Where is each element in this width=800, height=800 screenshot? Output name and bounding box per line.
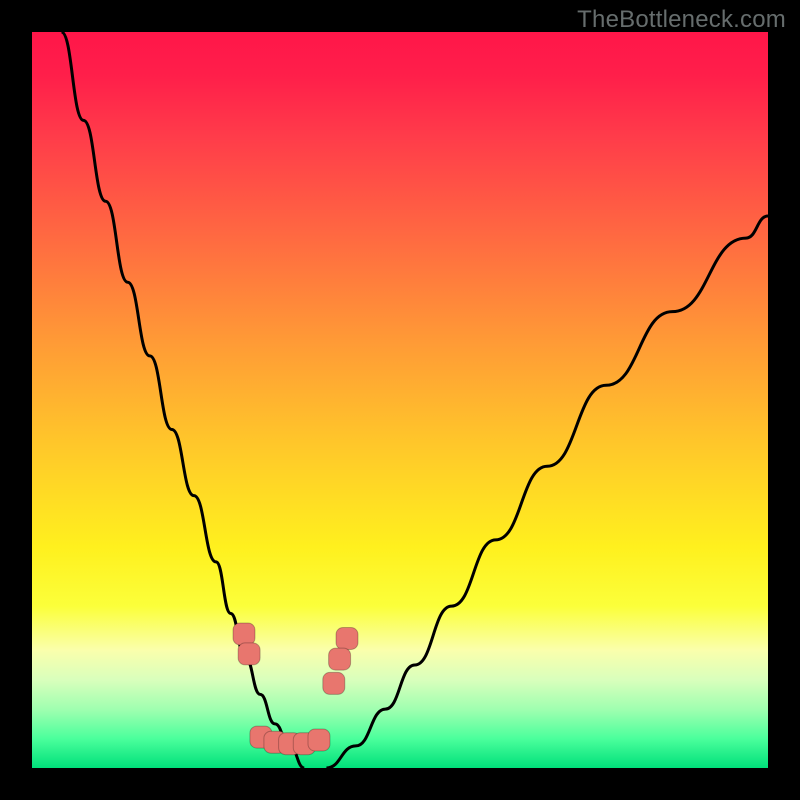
outer-frame: TheBottleneck.com bbox=[0, 0, 800, 800]
marker-bottom-row-5 bbox=[308, 729, 330, 751]
marker-left-pair-top bbox=[233, 623, 255, 645]
watermark-text: TheBottleneck.com bbox=[577, 6, 786, 34]
series-right-curve bbox=[326, 216, 768, 768]
marker-layer bbox=[233, 623, 358, 755]
series-left-curve bbox=[61, 32, 304, 768]
chart-svg bbox=[32, 32, 768, 768]
marker-right-triplet-1 bbox=[336, 628, 358, 650]
curve-layer bbox=[61, 32, 768, 768]
marker-right-triplet-3 bbox=[323, 672, 345, 694]
plot-area bbox=[32, 32, 768, 768]
marker-left-pair-bot bbox=[238, 643, 260, 665]
marker-right-triplet-2 bbox=[329, 648, 351, 670]
